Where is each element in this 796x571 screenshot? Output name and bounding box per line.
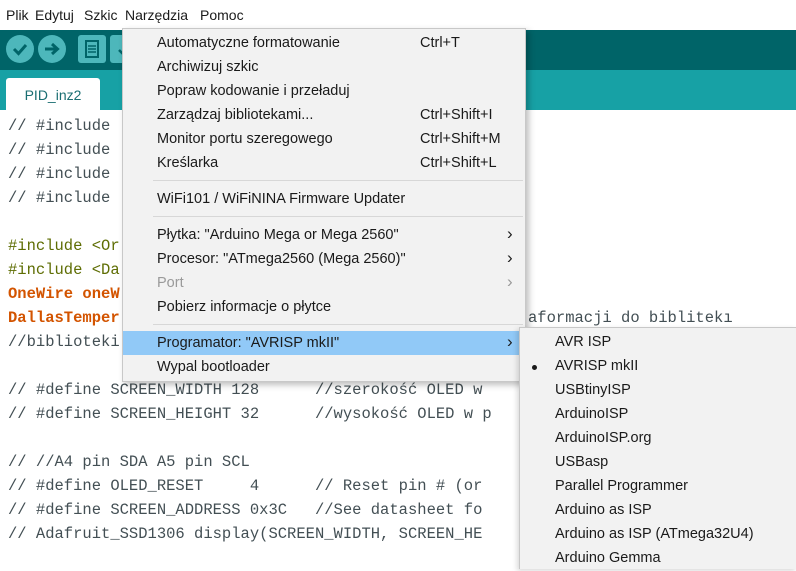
submenu-item-arduino-as-isp[interactable]: Arduino as ISP xyxy=(520,499,796,523)
menu-bar: Plik Edytuj Szkic Narzędzia Pomoc xyxy=(0,0,796,30)
menu-item-auto-format[interactable]: Automatyczne formatowanie Ctrl+T xyxy=(123,31,525,55)
new-file-button[interactable] xyxy=(78,35,106,63)
submenu-item-arduino-as-isp-32u4[interactable]: Arduino as ISP (ATmega32U4) xyxy=(520,523,796,547)
menu-item-board[interactable]: Płytka: "Arduino Mega or Mega 2560" › xyxy=(123,223,525,247)
menu-item-fix-encoding[interactable]: Popraw kodowanie i przeładuj xyxy=(123,79,525,103)
tab-sketch[interactable]: PID_inz2 xyxy=(6,78,100,110)
menu-item-serial-monitor[interactable]: Monitor portu szeregowego Ctrl+Shift+M xyxy=(123,127,525,151)
menu-item-firmware-updater[interactable]: WiFi101 / WiFiNINA Firmware Updater xyxy=(123,187,525,211)
chevron-right-icon: › xyxy=(507,248,513,267)
code-line: // //A4 pin SDA A5 pin SCL xyxy=(8,453,250,471)
verify-icon xyxy=(12,44,28,56)
menu-item-port: Port › xyxy=(157,272,513,291)
menu-separator xyxy=(153,180,523,181)
upload-icon xyxy=(45,42,60,56)
menu-szkic[interactable]: Szkic xyxy=(84,7,117,23)
chevron-right-icon: › xyxy=(507,224,513,243)
chevron-right-icon: › xyxy=(507,332,513,351)
code-line: #include <Or xyxy=(8,237,120,255)
submenu-item-usbasp[interactable]: USBasp xyxy=(520,451,796,475)
chevron-right-icon: › xyxy=(507,272,513,291)
tools-menu: Automatyczne formatowanie Ctrl+T Archiwiz… xyxy=(122,28,526,382)
code-line: OneWire oneW xyxy=(8,285,120,303)
new-file-icon xyxy=(85,40,99,58)
code-line: // #include xyxy=(8,165,120,183)
menu-item-programmer[interactable]: Programator: "AVRISP mkII" › xyxy=(123,331,525,355)
submenu-item-usbtinyisp[interactable]: USBtinyISP xyxy=(520,379,796,403)
programmer-submenu: AVR ISP AVRISP mkII USBtinyISP ArduinoIS… xyxy=(519,327,796,569)
code-line: // #define SCREEN_HEIGHT 32 //wysokość O… xyxy=(8,405,492,423)
submenu-item-arduino-gemma[interactable]: Arduino Gemma xyxy=(520,547,796,571)
submenu-item-avr-isp[interactable]: AVR ISP xyxy=(520,331,796,355)
menu-item-manage-libraries[interactable]: Zarządzaj bibliotekami... Ctrl+Shift+I xyxy=(123,103,525,127)
menu-edytuj[interactable]: Edytuj xyxy=(35,7,74,23)
submenu-item-arduinoisp[interactable]: ArduinoISP xyxy=(520,403,796,427)
submenu-item-arduinoisp-org[interactable]: ArduinoISP.org xyxy=(520,427,796,451)
submenu-item-avrisp-mkii[interactable]: AVRISP mkII xyxy=(520,355,796,379)
selected-bullet-icon xyxy=(532,365,537,370)
menu-narzedzia[interactable]: Narzędzia xyxy=(125,7,188,23)
upload-button[interactable] xyxy=(38,35,66,63)
menu-item-serial-plotter[interactable]: Kreślarka Ctrl+Shift+L xyxy=(123,151,525,175)
menu-item-board-info[interactable]: Pobierz informacje o płytce xyxy=(123,295,525,319)
code-line: // Adafruit_SSD1306 display(SCREEN_WIDTH… xyxy=(8,525,483,543)
code-line: // #include xyxy=(8,117,120,135)
code-line: // #include xyxy=(8,141,120,159)
menu-item-processor[interactable]: Procesor: "ATmega2560 (Mega 2560)" › xyxy=(123,247,525,271)
code-line: DallasTemper xyxy=(8,309,120,327)
code-line: //biblioteki xyxy=(8,333,120,351)
menu-separator xyxy=(153,324,523,325)
menu-item-archive-sketch[interactable]: Archiwizuj szkic xyxy=(123,55,525,79)
verify-button[interactable] xyxy=(6,35,34,63)
code-line: // #define SCREEN_ADDRESS 0x3C //See dat… xyxy=(8,501,483,519)
menu-plik[interactable]: Plik xyxy=(6,7,29,23)
menu-pomoc[interactable]: Pomoc xyxy=(200,7,244,23)
menu-separator xyxy=(153,216,523,217)
submenu-item-parallel-programmer[interactable]: Parallel Programmer xyxy=(520,475,796,499)
menu-item-burn-bootloader[interactable]: Wypal bootloader xyxy=(123,355,525,379)
code-line: // #include xyxy=(8,189,120,207)
tab-label: PID_inz2 xyxy=(24,87,82,103)
code-line: #include <Da xyxy=(8,261,120,279)
code-line: // #define OLED_RESET 4 // Reset pin # (… xyxy=(8,477,483,495)
